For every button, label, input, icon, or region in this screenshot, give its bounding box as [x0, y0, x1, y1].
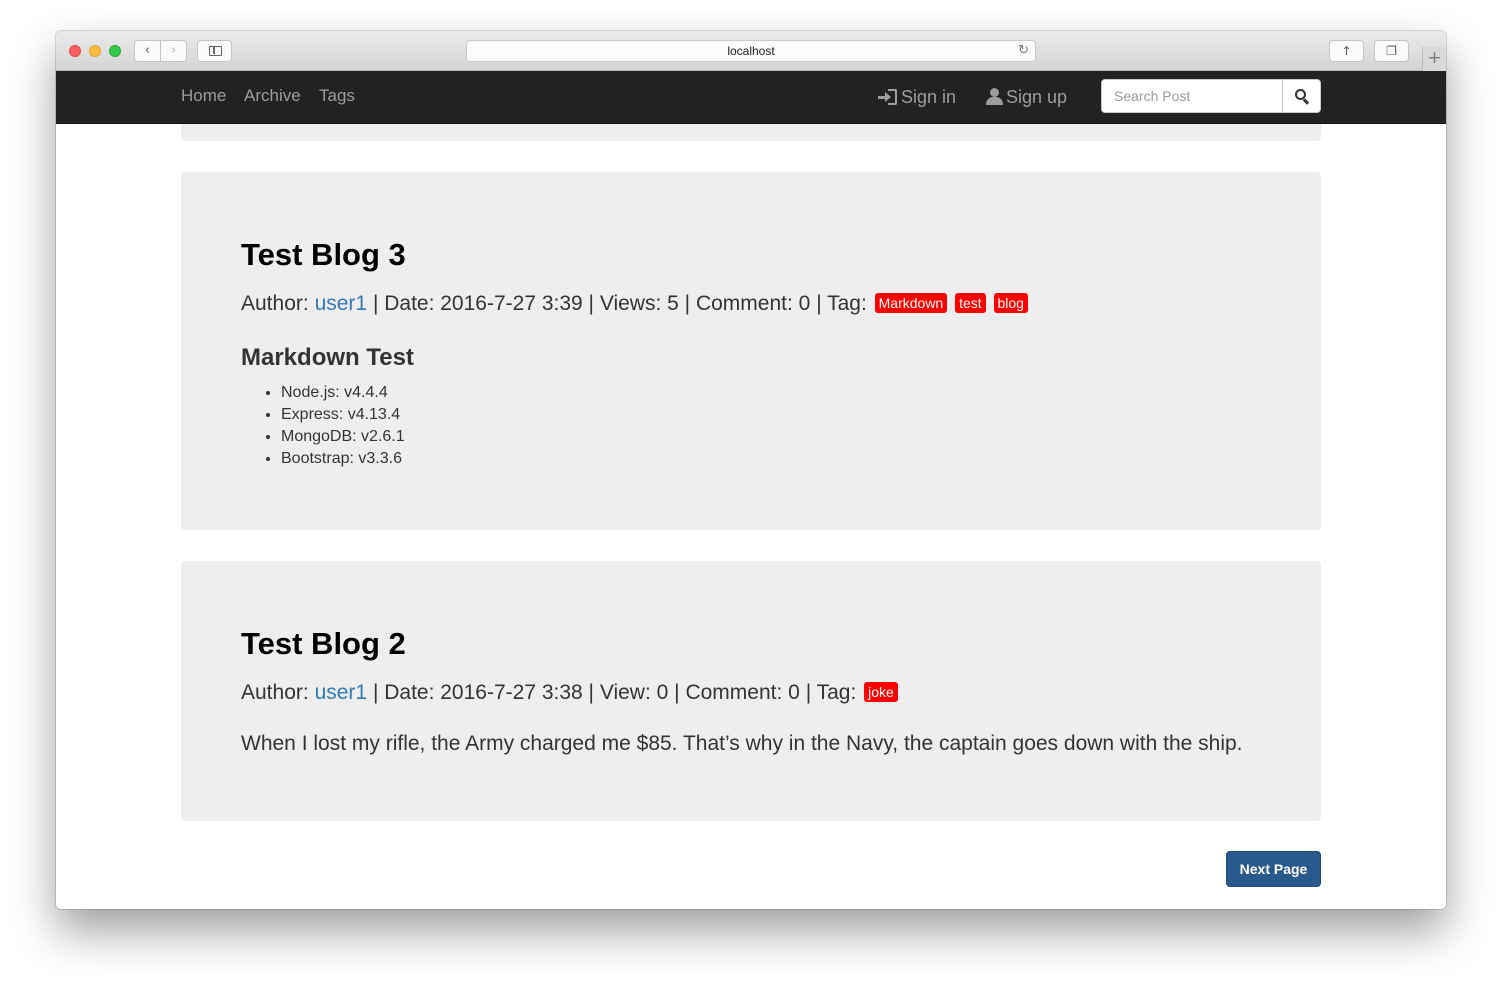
browser-window: ‹ › localhost ↻ ↑ ❐ + Home Archive Tags … [56, 31, 1446, 909]
post-date: | Date: 2016-7-27 3:38 [372, 681, 583, 704]
back-button[interactable]: ‹ [134, 40, 161, 62]
post-title[interactable]: Test Blog 2 [241, 626, 406, 662]
search-button[interactable] [1282, 79, 1321, 113]
sign-up-label: Sign up [1006, 87, 1068, 107]
tag-badge[interactable]: blog [993, 293, 1028, 313]
site-navbar: Home Archive Tags Sign in Sign up [56, 71, 1446, 124]
share-button[interactable]: ↑ [1329, 40, 1364, 62]
post-comments: | Comment: 0 [684, 292, 811, 315]
new-tab-button[interactable]: + [1422, 47, 1446, 71]
tag-label: | Tag: [816, 292, 867, 315]
tabs-overview-icon: ❐ [1386, 44, 1397, 58]
zoom-window-button[interactable] [109, 45, 121, 57]
post-views: | Views: 5 [588, 292, 679, 315]
sign-up-link[interactable]: Sign up [986, 87, 1067, 108]
chevron-left-icon: ‹ [144, 43, 151, 58]
nav-archive-link[interactable]: Archive [244, 86, 301, 106]
search-form [1101, 79, 1321, 113]
post-card: Test Blog 3 Author: user1 | Date: 2016-7… [181, 172, 1321, 530]
list-item: Express: v4.13.4 [281, 404, 405, 426]
post-meta: Author: user1 | Date: 2016-7-27 3:39 | V… [241, 292, 1028, 316]
author-link[interactable]: user1 [315, 292, 368, 315]
previous-post-card [181, 124, 1321, 141]
tag-badge[interactable]: Markdown [874, 293, 948, 313]
post-comments: | Comment: 0 [674, 681, 800, 704]
next-page-button[interactable]: Next Page [1226, 851, 1321, 887]
post-views: | View: 0 [588, 681, 669, 704]
list-item: MongoDB: v2.6.1 [281, 426, 405, 448]
post-body-list: Node.js: v4.4.4 Express: v4.13.4 MongoDB… [281, 382, 405, 470]
minimize-window-button[interactable] [89, 45, 101, 57]
browser-toolbar: ‹ › localhost ↻ ↑ ❐ + [56, 31, 1446, 71]
sidebar-icon [209, 46, 222, 56]
sidebar-toggle-button[interactable] [197, 40, 232, 62]
list-item: Bootstrap: v3.3.6 [281, 448, 405, 470]
post-title[interactable]: Test Blog 3 [241, 237, 406, 273]
search-input[interactable] [1101, 79, 1282, 113]
author-label: Author: [241, 681, 309, 704]
sign-in-icon [878, 89, 898, 105]
sign-in-label: Sign in [901, 87, 957, 107]
tag-badge[interactable]: joke [864, 682, 898, 702]
list-item: Node.js: v4.4.4 [281, 382, 405, 404]
plus-icon: + [1427, 48, 1442, 68]
page-content: Test Blog 3 Author: user1 | Date: 2016-7… [56, 124, 1446, 909]
tabs-overview-button[interactable]: ❐ [1374, 40, 1409, 62]
post-date: | Date: 2016-7-27 3:39 [372, 292, 583, 315]
post-meta: Author: user1 | Date: 2016-7-27 3:38 | V… [241, 681, 898, 705]
reload-icon[interactable]: ↻ [1018, 41, 1029, 61]
address-url: localhost [727, 44, 775, 58]
post-body-heading: Markdown Test [241, 344, 414, 371]
post-card: Test Blog 2 Author: user1 | Date: 2016-7… [181, 561, 1321, 821]
nav-home-link[interactable]: Home [181, 86, 226, 106]
chevron-right-icon: › [170, 43, 177, 58]
post-body-text: When I lost my rifle, the Army charged m… [241, 732, 1243, 755]
address-bar[interactable]: localhost ↻ [466, 40, 1036, 62]
author-label: Author: [241, 292, 309, 315]
sign-in-link[interactable]: Sign in [878, 87, 956, 108]
nav-tags-link[interactable]: Tags [319, 86, 355, 106]
author-link[interactable]: user1 [315, 681, 368, 704]
tag-label: | Tag: [805, 681, 857, 704]
close-window-button[interactable] [69, 45, 81, 57]
user-icon [986, 88, 1003, 105]
tag-badge[interactable]: test [955, 293, 986, 313]
share-icon: ↑ [1341, 44, 1352, 58]
forward-button[interactable]: › [160, 40, 187, 62]
